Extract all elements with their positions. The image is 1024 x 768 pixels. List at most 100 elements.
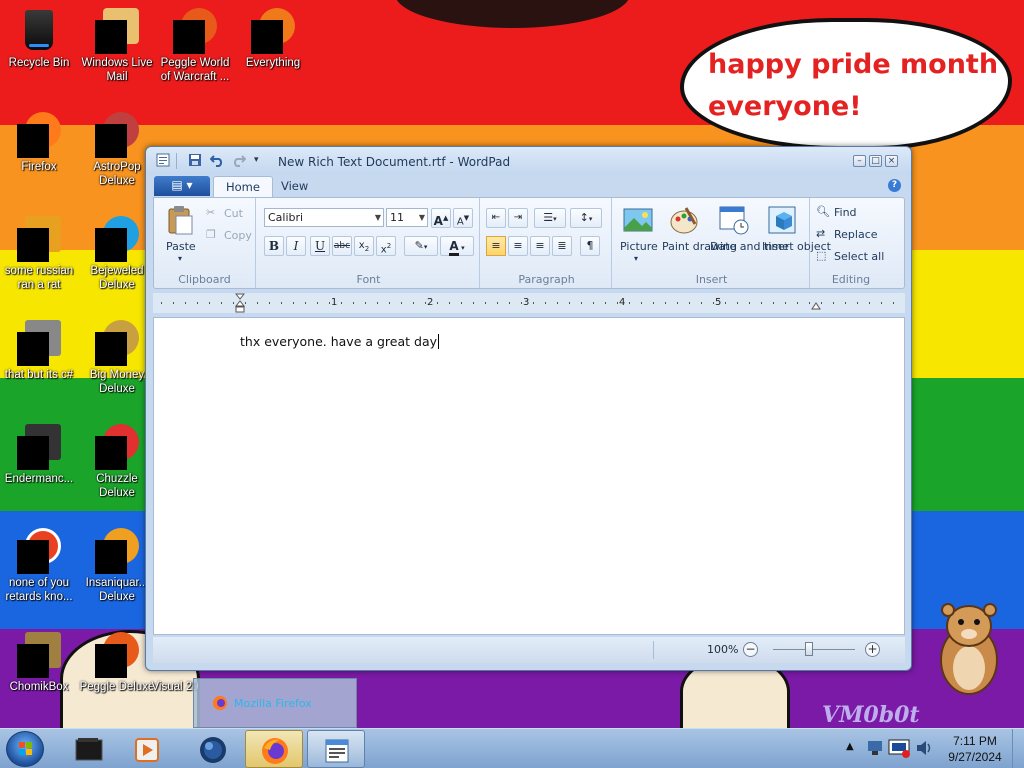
- paste-icon[interactable]: [164, 204, 196, 236]
- ruler-tick: [185, 302, 186, 304]
- tab-view[interactable]: View: [269, 176, 320, 197]
- highlight-color-button[interactable]: ✎▾: [404, 236, 438, 256]
- customize-qat-icon[interactable]: ▾: [254, 155, 259, 165]
- clock[interactable]: 7:11 PM 9/27/2024: [942, 733, 1008, 765]
- paint-drawing-icon[interactable]: [668, 204, 700, 236]
- paste-dropdown-icon[interactable]: ▾: [178, 254, 182, 263]
- right-indent-marker-icon[interactable]: [811, 299, 821, 311]
- maximize-button[interactable]: □: [869, 155, 882, 167]
- ribbon-tabs: ▤ ▾ Home View ?: [153, 175, 905, 197]
- align-center-button[interactable]: ≡: [508, 236, 528, 256]
- indent-marker-icon[interactable]: [235, 293, 245, 313]
- picture-icon[interactable]: [622, 204, 654, 236]
- document-area[interactable]: thx everyone. have a great day: [153, 317, 905, 635]
- font-size-select[interactable]: 11 ▼: [386, 208, 428, 227]
- calendar-clock-icon[interactable]: [718, 204, 750, 236]
- decrease-indent-button[interactable]: ⇤: [486, 208, 506, 228]
- network-icon[interactable]: [866, 739, 884, 757]
- taskbar-app-firefox[interactable]: [245, 730, 303, 768]
- application-menu-button[interactable]: ▤ ▾: [154, 176, 210, 196]
- help-icon[interactable]: ?: [888, 179, 901, 192]
- taskbar-app-media-player[interactable]: [118, 730, 176, 768]
- paragraph-group: ⇤ ⇥ ☰▾ ↕▾ ≡ ≡ ≡ ≣ ¶ Paragraph: [482, 198, 612, 288]
- show-hidden-icons-button[interactable]: ▲: [846, 741, 854, 752]
- chevron-down-icon: ▼: [374, 213, 381, 222]
- align-left-button[interactable]: ≡: [486, 236, 506, 256]
- speech-bubble-text: happy pride month everyone!: [708, 49, 999, 122]
- undo-icon[interactable]: [210, 153, 224, 167]
- volume-icon[interactable]: [914, 738, 934, 758]
- line-spacing-button[interactable]: ↕▾: [570, 208, 602, 228]
- desktop-icon-peggle-wow[interactable]: Peggle World of Warcraft ...: [156, 6, 234, 84]
- grow-font-button[interactable]: A▲: [431, 208, 451, 228]
- justify-button[interactable]: ≣: [552, 236, 572, 256]
- font-family-select[interactable]: Calibri ▼: [264, 208, 384, 227]
- shrink-font-button[interactable]: A▼: [453, 208, 473, 228]
- desktop-icon-chomikbox[interactable]: ChomikBox: [0, 630, 78, 694]
- tab-home[interactable]: Home: [213, 176, 273, 197]
- insert-object-icon[interactable]: [766, 204, 798, 236]
- status-bar: 100% − +: [153, 637, 905, 663]
- minimize-button[interactable]: –: [853, 155, 866, 167]
- ruler-tick: [329, 302, 330, 304]
- subscript-button[interactable]: x2: [354, 236, 374, 256]
- align-right-button[interactable]: ≡: [530, 236, 550, 256]
- ruler-tick: [257, 302, 258, 304]
- ruler-tick: [869, 302, 870, 304]
- desktop-icon-russian-rat[interactable]: some russian ran a rat: [0, 214, 78, 292]
- desktop-icon-recycle-bin[interactable]: Recycle Bin: [0, 6, 78, 70]
- bold-button[interactable]: B: [264, 236, 284, 256]
- wordpad-app-icon[interactable]: [156, 153, 170, 167]
- paragraph-button[interactable]: ¶: [580, 236, 600, 256]
- zoom-out-button[interactable]: −: [743, 642, 758, 657]
- recycle-bin-icon: [15, 6, 63, 54]
- desktop-icon-everything[interactable]: Everything: [234, 6, 312, 70]
- strikethrough-button[interactable]: abc: [332, 236, 352, 256]
- zoom-level: 100%: [707, 643, 739, 656]
- start-button[interactable]: [6, 731, 44, 767]
- redo-icon[interactable]: [232, 153, 246, 167]
- zoom-slider-track[interactable]: [773, 649, 855, 650]
- ruler-tick: [617, 302, 618, 304]
- text-color-button[interactable]: A ▾: [440, 236, 474, 256]
- taskbar-app-globe[interactable]: [184, 730, 242, 768]
- desktop-icon-label: Firefox: [21, 161, 57, 173]
- document-content[interactable]: thx everyone. have a great day: [240, 334, 440, 349]
- ruler-tick: [857, 302, 858, 304]
- increase-indent-button[interactable]: ⇥: [508, 208, 528, 228]
- taskbar-app-wordpad[interactable]: [307, 730, 365, 768]
- desktop-icon-windows-live-mail[interactable]: Windows Live Mail: [78, 6, 156, 84]
- picture-button[interactable]: Picture: [620, 240, 658, 253]
- desktop-icon-that-but-csharp[interactable]: that but its c#: [0, 318, 78, 382]
- paste-button[interactable]: Paste: [166, 240, 196, 253]
- select-all-button[interactable]: Select all: [834, 250, 884, 263]
- ruler[interactable]: 1 2 3 4 5: [153, 293, 905, 313]
- desktop-icon-none-of-you[interactable]: none of you retards kno...: [0, 526, 78, 604]
- underline-button[interactable]: U: [310, 236, 330, 256]
- game-icon: [93, 526, 141, 574]
- title-bar[interactable]: ▾ New Rich Text Document.rtf - WordPad –…: [146, 147, 911, 175]
- desktop-icon-endermanc[interactable]: Endermanc...: [0, 422, 78, 486]
- zoom-in-button[interactable]: +: [865, 642, 880, 657]
- close-button[interactable]: ×: [885, 155, 898, 167]
- replace-button[interactable]: Replace: [834, 228, 878, 241]
- picture-dropdown-icon[interactable]: ▾: [634, 254, 638, 263]
- show-desktop-button[interactable]: [1012, 729, 1024, 768]
- group-label: Font: [356, 273, 381, 286]
- ruler-tick: [485, 302, 486, 304]
- italic-button[interactable]: I: [286, 236, 306, 256]
- ruler-tick: [209, 302, 210, 304]
- desktop-icon-label: Recycle Bin: [8, 57, 70, 69]
- bullets-button[interactable]: ☰▾: [534, 208, 566, 228]
- save-icon[interactable]: [188, 153, 202, 167]
- wordpad-window[interactable]: ▾ New Rich Text Document.rtf - WordPad –…: [145, 146, 912, 671]
- superscript-button[interactable]: x2: [376, 236, 396, 256]
- cut-button[interactable]: Cut: [224, 207, 243, 220]
- action-center-icon[interactable]: [888, 737, 910, 759]
- copy-button[interactable]: Copy: [224, 229, 252, 242]
- desktop-icon-firefox[interactable]: Firefox: [0, 110, 78, 174]
- zoom-slider-thumb[interactable]: [805, 642, 813, 656]
- find-button[interactable]: Find: [834, 206, 857, 219]
- taskbar-preview-popup[interactable]: Mozilla Firefox: [193, 678, 357, 728]
- taskbar-app-explorer[interactable]: [60, 730, 118, 768]
